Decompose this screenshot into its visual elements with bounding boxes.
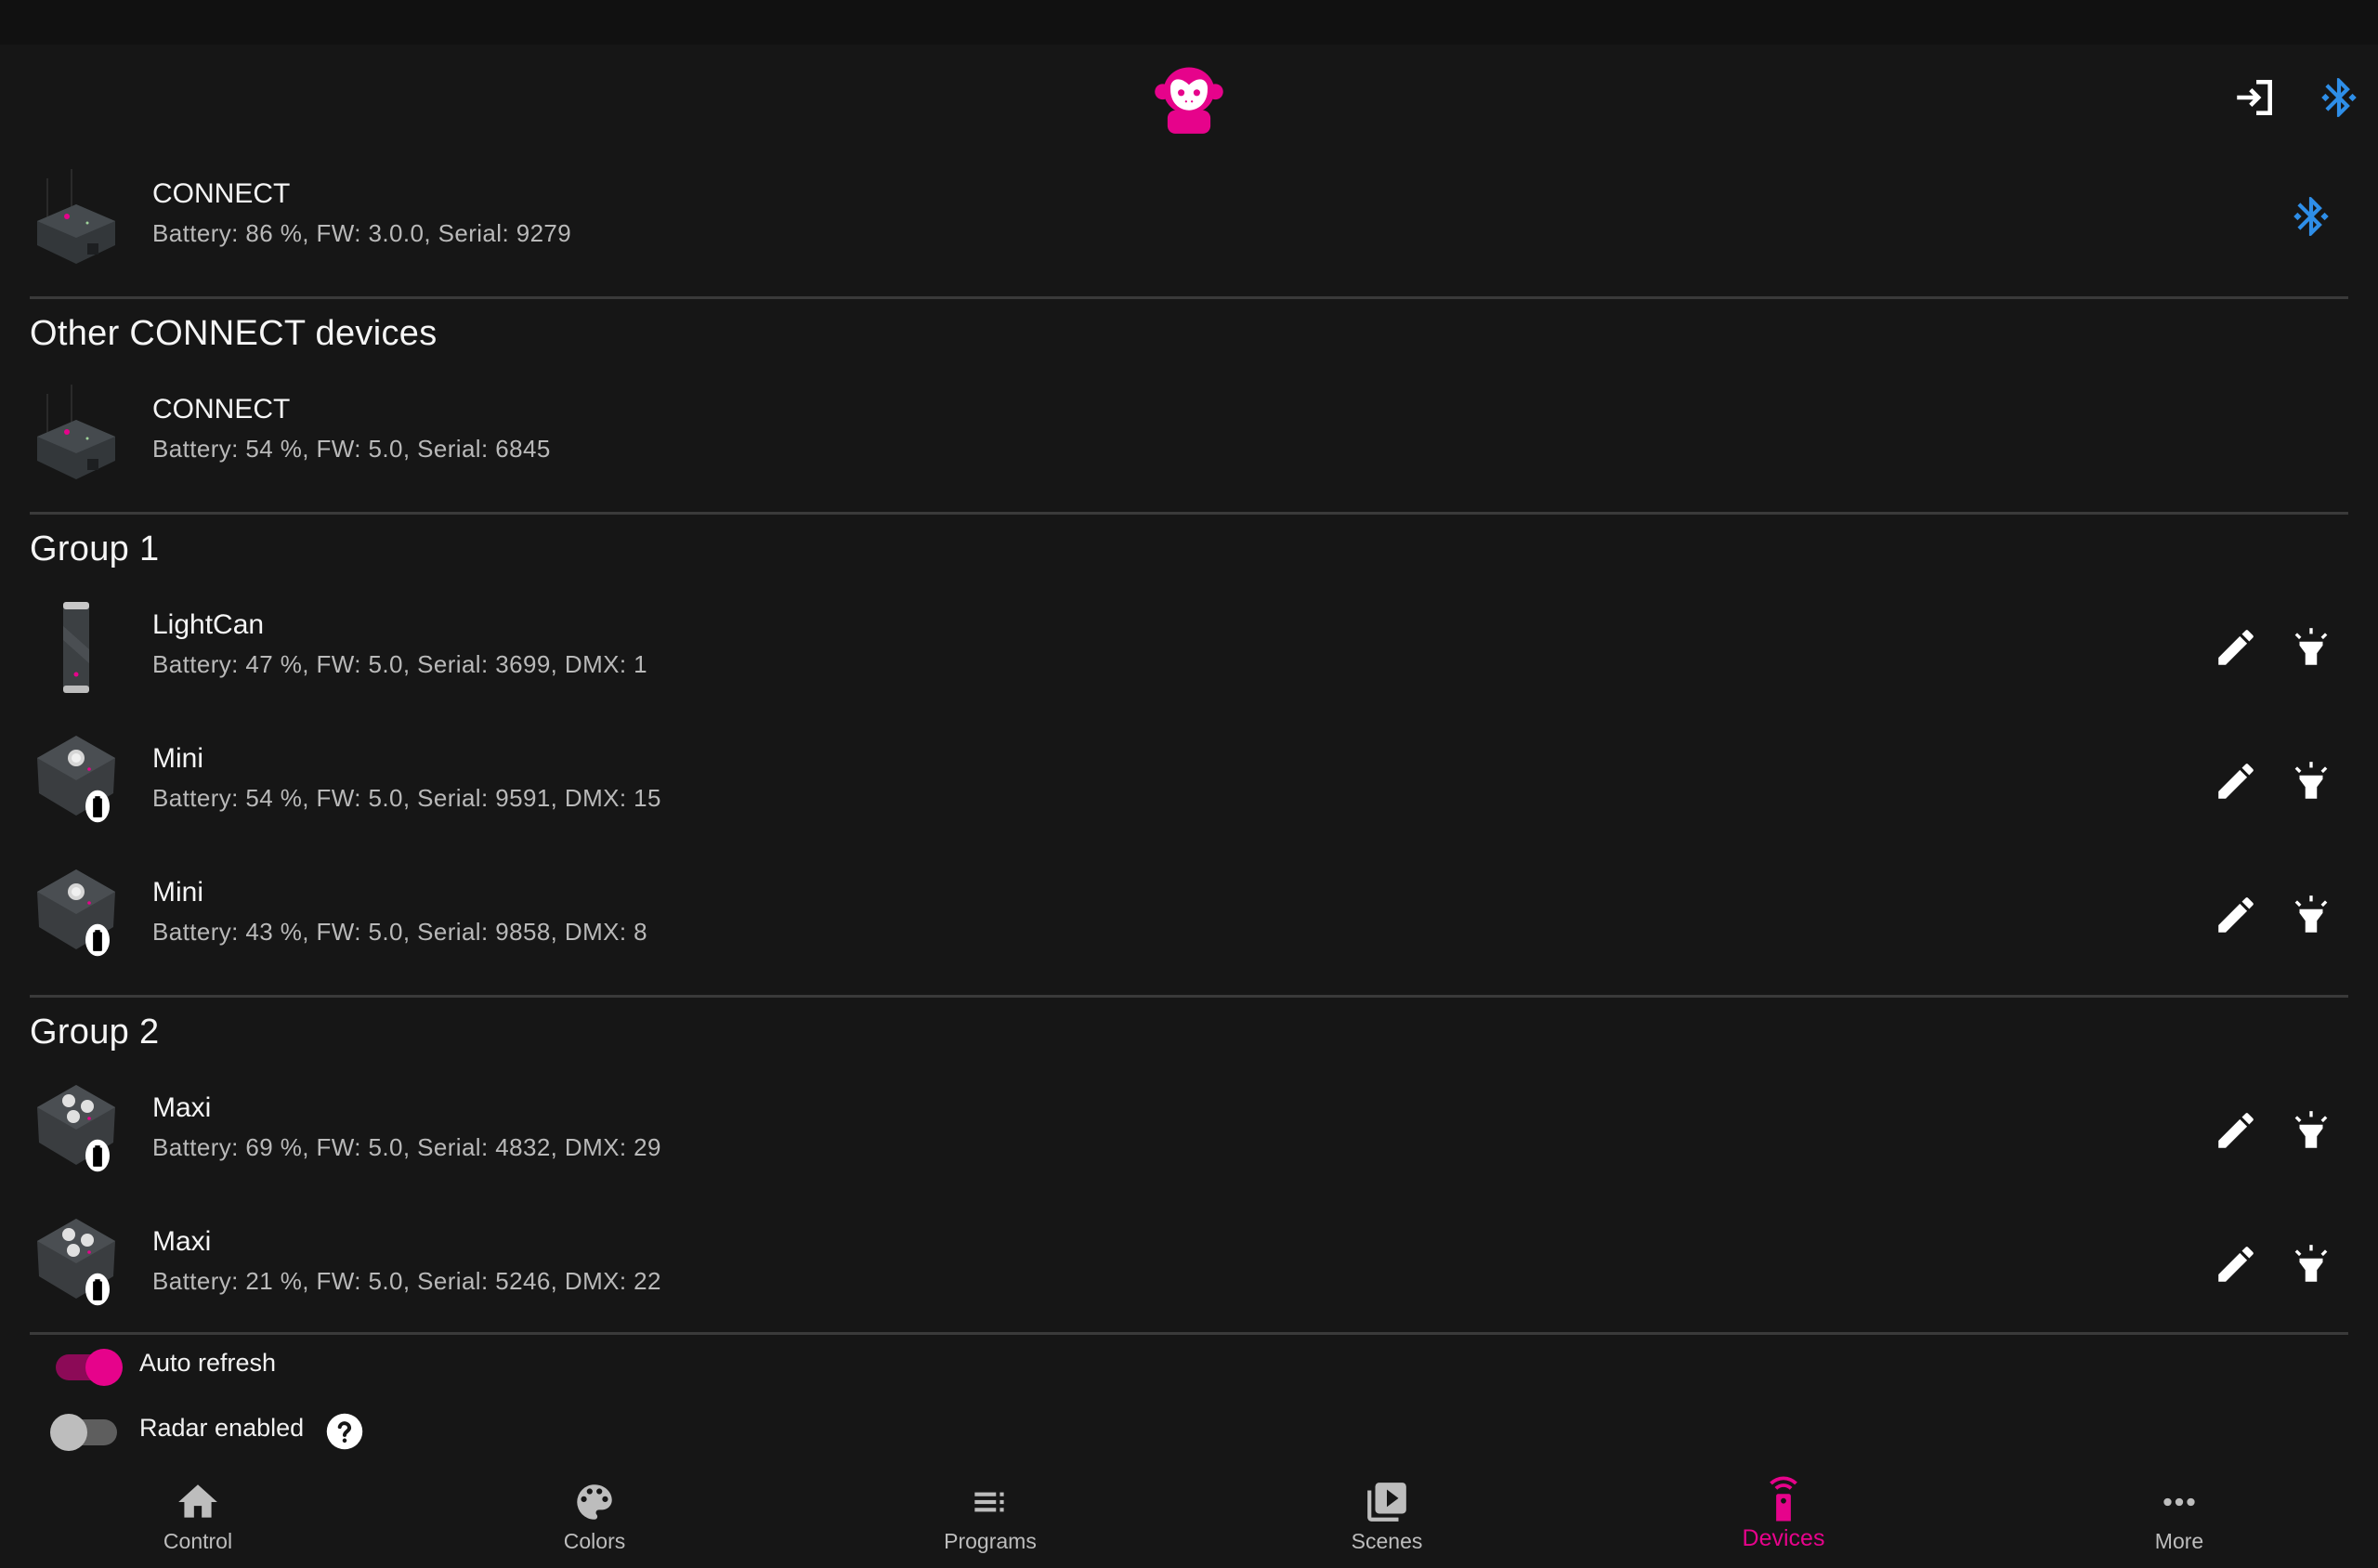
flashlight-identify-icon[interactable] [2288, 892, 2334, 938]
monkey-logo-icon [1155, 67, 1223, 134]
connected-device-row[interactable]: CONNECT Battery: 86 %, FW: 3.0.0, Serial… [0, 156, 2378, 277]
connect-device-image [30, 383, 123, 481]
nav-label: Programs [944, 1529, 1037, 1553]
nav-item-programs[interactable]: Programs [792, 1468, 1188, 1568]
bluetooth-searching-icon[interactable] [2316, 74, 2362, 121]
divider [30, 995, 2348, 998]
radar-enabled-toggle[interactable] [48, 1412, 119, 1453]
device-details: Battery: 69 %, FW: 5.0, Serial: 4832, DM… [152, 1133, 661, 1161]
connect-device-image [30, 167, 123, 266]
section-title-other-connect: Other CONNECT devices [30, 314, 438, 353]
auto-refresh-label: Auto refresh [139, 1349, 277, 1377]
radar-setting: Radar enabled [48, 1408, 420, 1455]
other-connect-row[interactable]: CONNECT Battery: 54 %, FW: 5.0, Serial: … [0, 372, 2378, 492]
nav-label: Devices [1742, 1525, 1825, 1551]
nav-label: Scenes [1351, 1529, 1423, 1553]
lightcan-device-image [30, 598, 123, 697]
section-title-group-2: Group 2 [30, 1013, 160, 1052]
home-icon [178, 1484, 217, 1518]
device-name: Mini [152, 743, 204, 774]
battery-powered-icon [85, 1139, 110, 1172]
edit-pencil-icon[interactable] [2213, 892, 2259, 938]
divider [30, 1332, 2348, 1335]
auto-refresh-setting: Auto refresh [48, 1343, 420, 1390]
nav-item-colors[interactable]: Colors [397, 1468, 792, 1568]
device-row-mini[interactable]: Mini Battery: 43 %, FW: 5.0, Serial: 985… [0, 855, 2378, 975]
edit-pencil-icon[interactable] [2213, 1107, 2259, 1154]
device-name: Maxi [152, 1226, 212, 1257]
device-details: Battery: 21 %, FW: 5.0, Serial: 5246, DM… [152, 1267, 661, 1295]
more-horizontal-icon [2163, 1497, 2195, 1507]
flashlight-identify-icon[interactable] [2288, 624, 2334, 671]
flashlight-identify-icon[interactable] [2288, 1107, 2334, 1154]
device-row-maxi[interactable]: Maxi Battery: 69 %, FW: 5.0, Serial: 483… [0, 1070, 2378, 1191]
device-name: CONNECT [152, 394, 291, 425]
edit-pencil-icon[interactable] [2213, 1241, 2259, 1287]
nav-item-devices[interactable]: Devices [1586, 1468, 1981, 1568]
divider [30, 296, 2348, 299]
device-name: LightCan [152, 609, 265, 640]
nav-label: Colors [563, 1529, 626, 1553]
device-details: Battery: 47 %, FW: 5.0, Serial: 3699, DM… [152, 650, 648, 678]
edit-pencil-icon[interactable] [2213, 758, 2259, 804]
nav-item-more[interactable]: More [1981, 1468, 2377, 1568]
battery-powered-icon [85, 923, 110, 957]
device-row-mini[interactable]: Mini Battery: 54 %, FW: 5.0, Serial: 959… [0, 721, 2378, 842]
nav-item-control[interactable]: Control [0, 1468, 396, 1568]
battery-powered-icon [85, 790, 110, 823]
remote-icon [1770, 1476, 1797, 1522]
bottom-navigation: Control Colors Programs Scenes Devices M… [0, 1468, 2378, 1568]
radar-enabled-label: Radar enabled [139, 1414, 305, 1442]
edit-pencil-icon[interactable] [2213, 624, 2259, 671]
auto-refresh-toggle[interactable] [54, 1347, 124, 1388]
app-header [0, 45, 2378, 149]
device-row-lightcan[interactable]: LightCan Battery: 47 %, FW: 5.0, Serial:… [0, 587, 2378, 708]
nav-label: More [2154, 1529, 2204, 1553]
help-icon[interactable] [325, 1412, 364, 1451]
device-details: Battery: 54 %, FW: 5.0, Serial: 9591, DM… [152, 784, 661, 812]
section-title-group-1: Group 1 [30, 529, 160, 568]
status-bar [0, 0, 2378, 45]
video-library-icon [1367, 1483, 1406, 1522]
device-details: Battery: 43 %, FW: 5.0, Serial: 9858, DM… [152, 918, 648, 946]
playlist-icon [974, 1492, 1004, 1512]
device-details: Battery: 54 %, FW: 5.0, Serial: 6845 [152, 435, 551, 463]
flashlight-identify-icon[interactable] [2288, 758, 2334, 804]
device-name: Maxi [152, 1092, 212, 1123]
divider [30, 512, 2348, 515]
device-row-maxi[interactable]: Maxi Battery: 21 %, FW: 5.0, Serial: 524… [0, 1204, 2378, 1325]
login-icon[interactable] [2231, 74, 2278, 121]
palette-icon [577, 1484, 612, 1520]
battery-powered-icon [85, 1273, 110, 1306]
device-name: Mini [152, 877, 204, 908]
device-name: CONNECT [152, 178, 291, 209]
nav-item-scenes[interactable]: Scenes [1189, 1468, 1585, 1568]
device-details: Battery: 86 %, FW: 3.0.0, Serial: 9279 [152, 219, 572, 247]
bluetooth-searching-icon[interactable] [2288, 193, 2334, 240]
nav-label: Control [163, 1529, 233, 1553]
flashlight-identify-icon[interactable] [2288, 1241, 2334, 1287]
